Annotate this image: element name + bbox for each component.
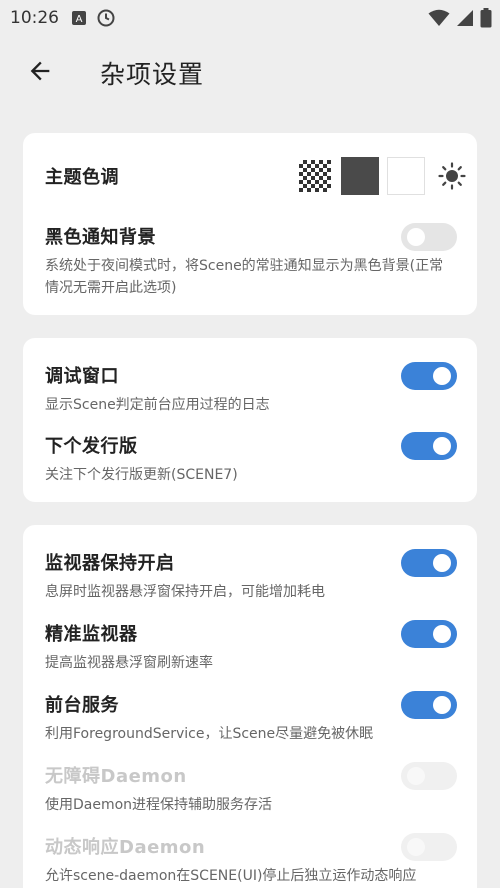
app-bar: 杂项设置 bbox=[0, 40, 500, 106]
theme-swatch-light[interactable] bbox=[387, 157, 425, 195]
black-notification-desc: 系统处于夜间模式时，将Scene的常驻通知显示为黑色背景(正常情况无需开启此选项… bbox=[45, 258, 444, 296]
clock-icon bbox=[97, 9, 115, 27]
status-bar: 10:26 A bbox=[0, 0, 500, 36]
sun-icon[interactable] bbox=[433, 157, 471, 195]
next-release-toggle[interactable] bbox=[401, 432, 457, 460]
precise-monitor-title: 精准监视器 bbox=[45, 624, 138, 645]
monitor-keep-row[interactable]: 监视器保持开启 息屏时监视器悬浮窗保持开启，可能增加耗电 bbox=[45, 549, 457, 603]
status-time: 10:26 bbox=[10, 8, 59, 28]
dynamic-daemon-toggle[interactable] bbox=[401, 833, 457, 861]
monitor-card: 监视器保持开启 息屏时监视器悬浮窗保持开启，可能增加耗电 精准监视器 提高监视器… bbox=[23, 525, 477, 888]
arrow-left-icon bbox=[26, 57, 54, 89]
dynamic-daemon-row[interactable]: 动态响应Daemon 允许scene-daemon在SCENE(UI)停止后独立… bbox=[45, 833, 457, 887]
next-release-row[interactable]: 下个发行版 关注下个发行版更新(SCENE7) bbox=[45, 432, 457, 486]
debug-window-row[interactable]: 调试窗口 显示Scene判定前台应用过程的日志 bbox=[45, 362, 457, 416]
precise-monitor-desc: 提高监视器悬浮窗刷新速率 bbox=[45, 655, 213, 671]
debug-window-toggle[interactable] bbox=[401, 362, 457, 390]
battery-icon bbox=[480, 8, 492, 32]
black-notification-title: 黑色通知背景 bbox=[45, 227, 156, 248]
theme-swatch-transparent[interactable] bbox=[299, 160, 331, 192]
next-release-desc: 关注下个发行版更新(SCENE7) bbox=[45, 467, 238, 483]
theme-swatch-dark[interactable] bbox=[341, 157, 379, 195]
page-title: 杂项设置 bbox=[100, 60, 205, 89]
debug-card: 调试窗口 显示Scene判定前台应用过程的日志 下个发行版 关注下个发行版更新(… bbox=[23, 338, 477, 502]
a-notification-icon: A bbox=[71, 10, 87, 26]
signal-icon bbox=[456, 9, 474, 31]
debug-window-desc: 显示Scene判定前台应用过程的日志 bbox=[45, 397, 270, 413]
monitor-keep-title: 监视器保持开启 bbox=[45, 553, 175, 574]
foreground-service-desc: 利用ForegroundService，让Scene尽量避免被休眠 bbox=[45, 726, 374, 742]
appearance-card: 主题色调 黑色通知背景 系统处于夜间模式时，将Scene的常驻通知显示为黑色背景… bbox=[23, 133, 477, 315]
accessibility-daemon-desc: 使用Daemon进程保持辅助服务存活 bbox=[45, 797, 273, 813]
black-notification-row[interactable]: 黑色通知背景 系统处于夜间模式时，将Scene的常驻通知显示为黑色背景(正常情况… bbox=[45, 223, 457, 299]
foreground-service-row[interactable]: 前台服务 利用ForegroundService，让Scene尽量避免被休眠 bbox=[45, 691, 457, 745]
back-button[interactable] bbox=[10, 45, 70, 101]
foreground-service-toggle[interactable] bbox=[401, 691, 457, 719]
debug-window-title: 调试窗口 bbox=[45, 366, 119, 387]
next-release-title: 下个发行版 bbox=[45, 436, 138, 457]
wifi-icon bbox=[428, 9, 450, 31]
dynamic-daemon-title: 动态响应Daemon bbox=[45, 837, 206, 858]
precise-monitor-toggle[interactable] bbox=[401, 620, 457, 648]
accessibility-daemon-title: 无障碍Daemon bbox=[45, 766, 187, 787]
monitor-keep-desc: 息屏时监视器悬浮窗保持开启，可能增加耗电 bbox=[45, 584, 325, 600]
accessibility-daemon-row[interactable]: 无障碍Daemon 使用Daemon进程保持辅助服务存活 bbox=[45, 762, 457, 816]
dynamic-daemon-desc: 允许scene-daemon在SCENE(UI)停止后独立运作动态响应 bbox=[45, 868, 417, 884]
black-notification-toggle[interactable] bbox=[401, 223, 457, 251]
monitor-keep-toggle[interactable] bbox=[401, 549, 457, 577]
svg-text:A: A bbox=[76, 14, 83, 25]
theme-swatches bbox=[299, 157, 471, 195]
foreground-service-title: 前台服务 bbox=[45, 695, 119, 716]
precise-monitor-row[interactable]: 精准监视器 提高监视器悬浮窗刷新速率 bbox=[45, 620, 457, 674]
accessibility-daemon-toggle[interactable] bbox=[401, 762, 457, 790]
